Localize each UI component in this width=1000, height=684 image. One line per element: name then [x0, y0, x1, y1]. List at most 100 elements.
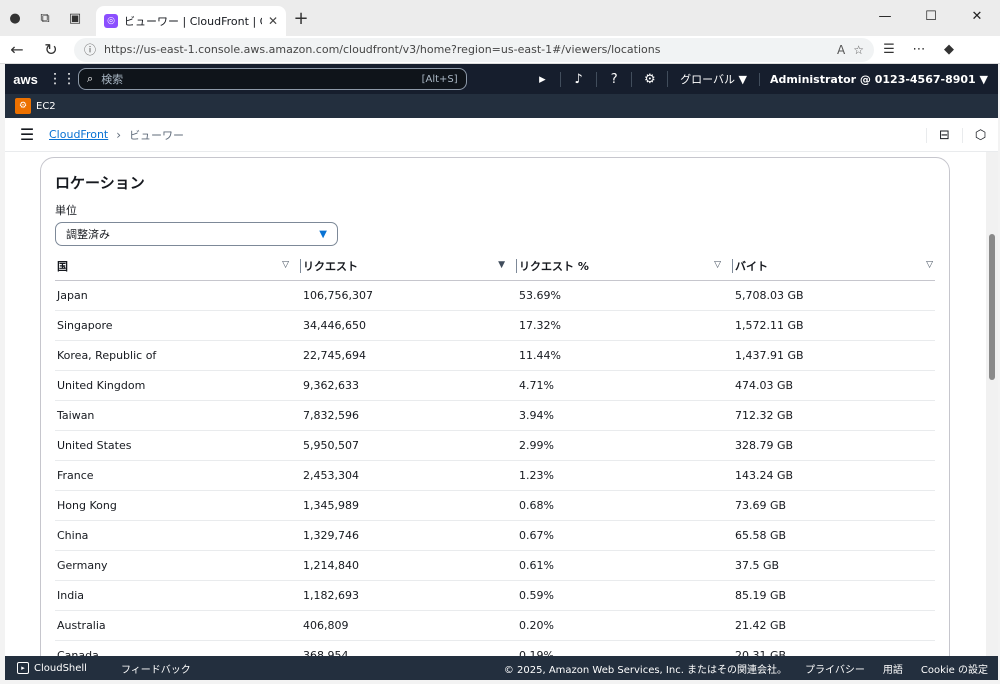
cell-requests: 106,756,307 [301, 280, 517, 311]
cloudshell-link[interactable]: CloudShell [34, 663, 87, 674]
favorites-icon[interactable]: ☰ [874, 42, 904, 57]
sort-icon[interactable]: ▽ [926, 260, 933, 270]
ec2-icon[interactable]: ⚙ [15, 98, 31, 114]
region-selector[interactable]: グローバル ▼ [667, 71, 759, 87]
cell-country: Australia [55, 610, 301, 641]
url-text: https://us-east-1.console.aws.amazon.com… [104, 43, 661, 56]
search-placeholder: 検索 [101, 73, 124, 86]
settings-gear-icon[interactable]: ⚙ [631, 71, 667, 87]
privacy-link[interactable]: プライバシー [805, 661, 865, 676]
tab-close-icon[interactable]: ✕ [268, 14, 278, 28]
cookie-settings-link[interactable]: Cookie の設定 [921, 661, 988, 676]
page-scrollbar[interactable] [986, 152, 998, 656]
column-header-request-percent[interactable]: リクエスト % ▽ [517, 252, 733, 281]
cell-country: India [55, 580, 301, 611]
cell-requests: 7,832,596 [301, 400, 517, 431]
unit-select[interactable]: 調整済み ▼ [55, 222, 338, 246]
sort-descending-icon[interactable]: ▼ [498, 260, 505, 270]
sort-icon[interactable]: ▽ [714, 260, 721, 270]
minimize-icon[interactable]: — [862, 0, 908, 32]
locations-card: ロケーション 単位 調整済み ▼ 国 ▽ リクエスト ▼ リクエスト % ▽ バイト ▽… [40, 157, 950, 656]
cell-bytes: 1,572.11 GB [733, 310, 935, 341]
cell-country: United States [55, 430, 301, 461]
feedback-link[interactable]: フィードバック [121, 661, 191, 676]
cell-request-percent: 53.69% [517, 280, 733, 311]
cell-country: Japan [55, 280, 301, 311]
back-icon[interactable]: ← [0, 40, 34, 59]
account-menu[interactable]: Administrator @ 0123-4567-8901 ▼ [758, 72, 998, 86]
cell-bytes: 1,437.91 GB [733, 340, 935, 371]
favorites-bar: ⚙ EC2 [5, 94, 998, 118]
cell-request-percent: 17.32% [517, 310, 733, 341]
cell-requests: 34,446,650 [301, 310, 517, 341]
more-icon[interactable]: ⋯ [904, 42, 934, 57]
cell-request-percent: 2.99% [517, 430, 733, 461]
locations-table: 国 ▽ リクエスト ▼ リクエスト % ▽ バイト ▽ Japan 106,756,307… [55, 252, 935, 656]
help-panel-icon[interactable]: ⬡ [962, 127, 998, 143]
new-tab-icon[interactable]: + [286, 8, 316, 29]
search-icon: ⌕ [87, 72, 94, 85]
cell-country: Taiwan [55, 400, 301, 431]
copilot-icon[interactable]: ◆ [934, 42, 964, 57]
cell-request-percent: 0.59% [517, 580, 733, 611]
search-input[interactable]: ⌕ 検索 [Alt+S] [78, 68, 467, 90]
sort-icon[interactable]: ▽ [282, 260, 289, 270]
console-footer: ▸ CloudShell フィードバック © 2025, Amazon Web … [5, 656, 998, 680]
browser-tabbar: ● ⧉ ▣ ◎ ビューワー | CloudFront | Global ✕ + … [0, 0, 1000, 36]
profile-icon[interactable]: ● [0, 3, 30, 33]
close-window-icon[interactable]: ✕ [954, 0, 1000, 32]
cell-request-percent: 0.20% [517, 610, 733, 641]
column-header-bytes[interactable]: バイト ▽ [733, 252, 935, 281]
cell-country: United Kingdom [55, 370, 301, 401]
breadcrumb-cloudfront-link[interactable]: CloudFront [49, 128, 108, 141]
url-field[interactable]: ⓘ https://us-east-1.console.aws.amazon.c… [74, 37, 874, 62]
cell-request-percent: 0.61% [517, 550, 733, 581]
site-info-icon[interactable]: ⓘ [84, 41, 96, 58]
reload-icon[interactable]: ↻ [34, 40, 68, 59]
aws-top-nav: aws ⋮⋮ ⌕ 検索 [Alt+S] ▸ ♪ ? ⚙ グローバル ▼ Admi… [5, 64, 998, 94]
maximize-icon[interactable]: ☐ [908, 0, 954, 32]
breadcrumb-current: ビューワー [129, 128, 185, 142]
cell-requests: 1,329,746 [301, 520, 517, 551]
table-row: United States 5,950,507 2.99% 328.79 GB [55, 430, 935, 461]
cell-request-percent: 0.19% [517, 640, 733, 656]
cloudshell-footer-icon[interactable]: ▸ [17, 662, 29, 674]
address-bar: ← ↻ ⓘ https://us-east-1.console.aws.amaz… [0, 36, 1000, 64]
table-row: Australia 406,809 0.20% 21.42 GB [55, 610, 935, 641]
hamburger-menu-icon[interactable]: ☰ [5, 125, 49, 144]
help-icon[interactable]: ? [595, 71, 632, 87]
workspaces-icon[interactable]: ⧉ [30, 3, 60, 33]
caret-down-icon: ▼ [319, 228, 327, 240]
cell-country: Korea, Republic of [55, 340, 301, 371]
notifications-bell-icon[interactable]: ♪ [560, 71, 596, 87]
cell-requests: 1,182,693 [301, 580, 517, 611]
services-grid-icon[interactable]: ⋮⋮ [46, 71, 78, 87]
column-header-label: 国 [57, 259, 68, 273]
cloudshell-icon[interactable]: ▸ [525, 72, 561, 87]
cell-bytes: 143.24 GB [733, 460, 935, 491]
cell-bytes: 5,708.03 GB [733, 280, 935, 311]
table-row: Japan 106,756,307 53.69% 5,708.03 GB [55, 280, 935, 311]
read-aloud-icon[interactable]: A [837, 43, 845, 57]
cell-bytes: 20.31 GB [733, 640, 935, 656]
browser-tab-active[interactable]: ◎ ビューワー | CloudFront | Global ✕ [96, 6, 286, 36]
column-header-requests[interactable]: リクエスト ▼ [301, 252, 517, 281]
cell-request-percent: 1.23% [517, 460, 733, 491]
cell-requests: 2,453,304 [301, 460, 517, 491]
aws-logo[interactable]: aws [5, 72, 46, 87]
column-header-label: リクエスト % [519, 259, 589, 273]
info-panel-icon[interactable]: ⊟ [926, 127, 962, 143]
column-header-country[interactable]: 国 ▽ [55, 252, 301, 281]
ec2-favorite-link[interactable]: EC2 [36, 101, 56, 112]
favorite-star-icon[interactable]: ☆ [853, 43, 864, 57]
column-header-label: バイト [735, 259, 768, 273]
unit-select-value: 調整済み [66, 228, 110, 241]
scrollbar-thumb[interactable] [989, 234, 995, 380]
cell-bytes: 712.32 GB [733, 400, 935, 431]
main-content: ロケーション 単位 調整済み ▼ 国 ▽ リクエスト ▼ リクエスト % ▽ バイト ▽… [5, 152, 986, 656]
vertical-tabs-icon[interactable]: ▣ [60, 3, 90, 33]
terms-link[interactable]: 用語 [883, 661, 903, 676]
table-row: China 1,329,746 0.67% 65.58 GB [55, 520, 935, 551]
breadcrumb: ☰ CloudFront › ビューワー ⊟ ⬡ [5, 118, 998, 152]
table-row: Singapore 34,446,650 17.32% 1,572.11 GB [55, 310, 935, 341]
